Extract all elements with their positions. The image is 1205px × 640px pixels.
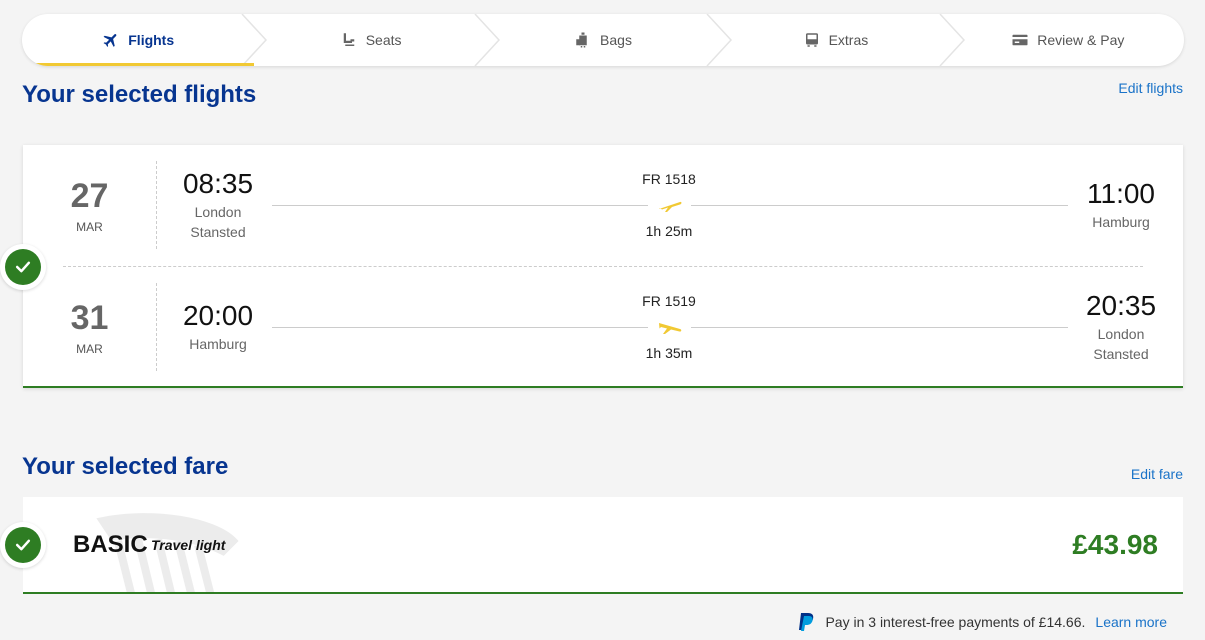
paypal-text: Pay in 3 interest-free payments of £14.6… [825,614,1086,630]
step-flights[interactable]: Flights [22,14,268,66]
step-label: Review & Pay [1037,32,1125,48]
edit-flights-link[interactable]: Edit flights [1118,80,1183,96]
paypal-icon [799,613,814,631]
step-label: Flights [128,32,175,48]
fare-price: £43.98 [1072,529,1158,560]
flight-return[interactable]: 31 MAR 20:00 Hamburg FR 1519 1h 35m 20:3… [23,267,1183,385]
flight-month: MAR [76,220,103,234]
step-review-pay[interactable]: Review & Pay [952,14,1184,66]
flight-outbound[interactable]: 27 MAR 08:35 London Stansted FR 1518 1h … [23,145,1183,263]
arrival-time: 11:00 [1087,178,1155,209]
date-divider [156,161,157,249]
card-icon [1011,31,1029,49]
departure-city: London [194,204,242,220]
selected-flights-card: 27 MAR 08:35 London Stansted FR 1518 1h … [23,145,1183,388]
flight-number: FR 1519 [642,293,696,309]
departure-info: 20:00 Hamburg [173,300,263,354]
flight-month: MAR [76,342,103,356]
flight-number: FR 1518 [642,171,696,187]
arrival-info: 11:00 Hamburg [1079,178,1163,232]
fare-tagline: Travel light [151,537,226,553]
route-line [691,205,1068,206]
date-divider [156,283,157,371]
learn-more-link[interactable]: Learn more [1095,614,1167,630]
fare-name: BASIC [73,531,148,558]
flight-date: 31 MAR [23,299,156,356]
arrival-info: 20:35 London Stansted [1079,290,1163,364]
flight-date: 27 MAR [23,177,156,234]
route-line [272,327,648,328]
flights-section-title: Your selected flights [22,81,257,108]
plane-icon [102,31,120,49]
flight-duration: 1h 35m [645,345,693,361]
paypal-installments: Pay in 3 interest-free payments of £14.6… [797,612,1167,632]
departure-time: 20:00 [182,300,254,331]
departure-info: 08:35 London Stansted [173,168,263,242]
departure-city: Hamburg [189,336,247,352]
departure-time: 08:35 [182,168,254,199]
step-label: Bags [600,32,632,48]
seat-icon [340,31,358,49]
arrival-city: London [1097,326,1145,342]
step-seats[interactable]: Seats [254,14,500,66]
flight-duration: 1h 25m [645,223,693,239]
selected-fare-card: BASIC Travel light £43.98 [23,497,1183,594]
step-extras[interactable]: Extras [719,14,965,66]
step-bags[interactable]: Bags [487,14,733,66]
bag-icon [574,31,592,49]
edit-fare-link[interactable]: Edit fare [1131,466,1183,482]
plane-takeoff-icon [659,201,682,212]
flight-day: 31 [70,299,109,337]
bus-icon [803,31,821,49]
fare-section-title: Your selected fare [22,453,229,480]
booking-steps: Flights Seats Bags Extras Review & Pay [22,14,1184,66]
plane-landing-icon [659,323,682,334]
departure-airport: Stansted [190,224,246,240]
route-line [691,327,1068,328]
route-line [272,205,648,206]
arrival-airport: Stansted [1093,346,1149,362]
arrival-time: 20:35 [1085,290,1157,321]
arrival-city: Hamburg [1092,214,1150,230]
flight-day: 27 [70,177,109,215]
fare-check-icon [0,522,46,568]
flights-check-icon [0,244,46,290]
step-label: Extras [828,32,869,48]
step-label: Seats [365,32,402,48]
